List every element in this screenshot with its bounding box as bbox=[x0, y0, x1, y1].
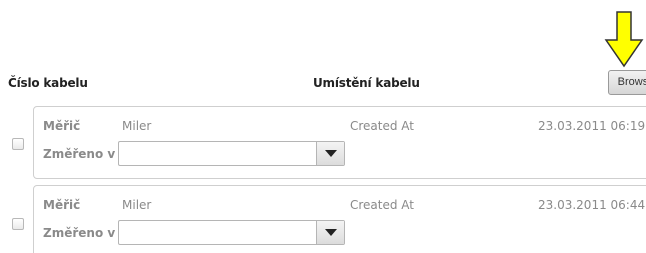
dropdown-button[interactable] bbox=[316, 142, 344, 165]
meter-label: Měřič bbox=[43, 198, 81, 212]
cable-number-header: Číslo kabelu bbox=[8, 76, 88, 90]
dropdown-button[interactable] bbox=[316, 221, 344, 244]
meter-value: Miler bbox=[122, 119, 152, 133]
down-arrow-icon bbox=[604, 11, 644, 68]
created-at-label: Created At bbox=[350, 119, 415, 133]
browse-button[interactable]: Browse bbox=[608, 70, 646, 95]
record-checkbox[interactable] bbox=[12, 138, 24, 150]
created-at-value: 23.03.2011 06:19 bbox=[538, 119, 646, 133]
cable-location-header: Umístění kabelu bbox=[313, 76, 420, 90]
created-at-value: 23.03.2011 06:44 bbox=[538, 198, 646, 212]
measured-in-select[interactable] bbox=[118, 220, 345, 245]
chevron-down-icon bbox=[324, 229, 337, 236]
created-at-label: Created At bbox=[350, 198, 415, 212]
chevron-down-icon bbox=[324, 150, 337, 157]
measured-in-label: Změřeno v bbox=[43, 226, 116, 240]
cable-measurement-page: Číslo kabelu Umístění kabelu Browse Měři… bbox=[0, 0, 646, 253]
measured-in-label: Změřeno v bbox=[43, 147, 116, 161]
measured-in-select[interactable] bbox=[118, 141, 345, 166]
record-checkbox[interactable] bbox=[12, 218, 24, 230]
meter-label: Měřič bbox=[43, 119, 81, 133]
record-card: Měřič Miler Created At 23.03.2011 06:44 … bbox=[33, 185, 646, 253]
meter-value: Miler bbox=[122, 198, 152, 212]
record-card: Měřič Miler Created At 23.03.2011 06:19 … bbox=[33, 106, 646, 179]
